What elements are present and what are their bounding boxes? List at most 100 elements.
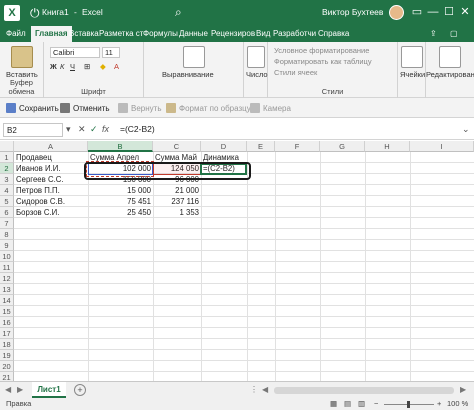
avatar[interactable] bbox=[389, 5, 404, 20]
row-header[interactable]: 7 bbox=[0, 218, 14, 229]
user-name[interactable]: Виктор Бухтеев bbox=[322, 7, 383, 17]
tab-developer[interactable]: Разработчи bbox=[273, 29, 316, 38]
cell-c5[interactable]: 237 116 bbox=[153, 196, 201, 207]
zoom-in-icon[interactable]: + bbox=[437, 399, 441, 408]
select-all-corner[interactable] bbox=[0, 141, 14, 152]
column-header-a[interactable]: A bbox=[14, 141, 88, 152]
cell-a6[interactable]: Борзов С.И. bbox=[14, 207, 88, 218]
cell-b4[interactable]: 15 000 bbox=[88, 185, 153, 196]
cells-icon[interactable] bbox=[401, 46, 423, 68]
undo-button[interactable]: Отменить bbox=[60, 103, 110, 113]
row-header[interactable]: 4 bbox=[0, 185, 14, 196]
cell-c6[interactable]: 1 353 bbox=[153, 207, 201, 218]
expand-formula-bar-icon[interactable]: ⌄ bbox=[462, 124, 470, 135]
conditional-format-button[interactable]: Условное форматирование bbox=[274, 46, 369, 55]
row-header[interactable]: 9 bbox=[0, 240, 14, 251]
sheet-scroll-handle-icon[interactable]: ⋮ bbox=[250, 385, 258, 394]
row-header[interactable]: 8 bbox=[0, 229, 14, 240]
next-sheet-icon[interactable]: ▶ bbox=[17, 385, 23, 394]
column-header-c[interactable]: C bbox=[153, 141, 201, 152]
tab-view[interactable]: Вид bbox=[256, 29, 270, 38]
underline-icon[interactable]: Ч bbox=[70, 62, 75, 71]
number-button[interactable]: Число bbox=[246, 70, 268, 79]
row-header[interactable]: 1 bbox=[0, 152, 14, 163]
cell-a5[interactable]: Сидоров С.В. bbox=[14, 196, 88, 207]
maximize-icon[interactable]: ☐ bbox=[442, 4, 456, 20]
column-header-h[interactable]: H bbox=[365, 141, 410, 152]
insert-function-icon[interactable]: fx bbox=[102, 124, 109, 134]
italic-icon[interactable]: К bbox=[60, 62, 64, 71]
column-header-f[interactable]: F bbox=[275, 141, 320, 152]
zoom-out-icon[interactable]: − bbox=[374, 399, 378, 408]
cell-a3[interactable]: Сергеев С.С. bbox=[14, 174, 88, 185]
number-format-icon[interactable] bbox=[247, 46, 265, 68]
tab-home[interactable]: Главная bbox=[31, 26, 72, 42]
row-header[interactable]: 19 bbox=[0, 350, 14, 361]
row-header[interactable]: 18 bbox=[0, 339, 14, 350]
scroll-right-icon[interactable]: ▶ bbox=[460, 385, 466, 394]
horizontal-scrollbar[interactable] bbox=[274, 387, 454, 394]
formula-input[interactable]: =(C2-B2) bbox=[120, 124, 155, 134]
tab-file[interactable]: Файл bbox=[6, 29, 26, 38]
font-color-icon[interactable]: A bbox=[114, 62, 119, 71]
font-name-select[interactable]: Calibri bbox=[50, 47, 100, 58]
cell-a2[interactable]: Иванов И.И. bbox=[14, 163, 88, 174]
row-header[interactable]: 16 bbox=[0, 317, 14, 328]
sheet-tab[interactable]: Лист1 bbox=[32, 382, 66, 398]
font-size-select[interactable]: 11 bbox=[102, 47, 120, 58]
editing-button[interactable]: Редактирование bbox=[426, 70, 474, 79]
confirm-entry-icon[interactable]: ✓ bbox=[90, 124, 98, 135]
cell-a4[interactable]: Петров П.П. bbox=[14, 185, 88, 196]
name-box[interactable]: B2 bbox=[3, 123, 63, 137]
paste-icon[interactable] bbox=[11, 46, 33, 68]
row-header[interactable]: 10 bbox=[0, 251, 14, 262]
page-break-icon[interactable]: ▥ bbox=[358, 399, 365, 408]
close-icon[interactable]: ✕ bbox=[458, 4, 472, 20]
scroll-left-icon[interactable]: ◀ bbox=[262, 385, 268, 394]
zoom-level[interactable]: 100 % bbox=[447, 399, 468, 408]
column-header-d[interactable]: D bbox=[201, 141, 247, 152]
alignment-button[interactable]: Выравнивание bbox=[162, 70, 214, 79]
tab-data[interactable]: Данные bbox=[179, 29, 208, 38]
comments-icon[interactable]: ▢ bbox=[450, 29, 458, 38]
row-header[interactable]: 3 bbox=[0, 174, 14, 185]
name-box-dropdown-icon[interactable]: ▾ bbox=[66, 124, 71, 135]
cell-b6[interactable]: 25 450 bbox=[88, 207, 153, 218]
column-header-e[interactable]: E bbox=[247, 141, 275, 152]
prev-sheet-icon[interactable]: ◀ bbox=[5, 385, 11, 394]
redo-button[interactable]: Вернуть bbox=[118, 103, 161, 113]
tab-formulas[interactable]: Формулы bbox=[143, 29, 178, 38]
bold-icon[interactable]: Ж bbox=[50, 62, 57, 71]
tab-help[interactable]: Справка bbox=[318, 29, 349, 38]
find-icon[interactable] bbox=[439, 46, 461, 68]
row-header[interactable]: 17 bbox=[0, 328, 14, 339]
column-header-i[interactable]: I bbox=[410, 141, 474, 152]
row-header[interactable]: 13 bbox=[0, 284, 14, 295]
cell-b5[interactable]: 75 451 bbox=[88, 196, 153, 207]
row-header[interactable]: 6 bbox=[0, 207, 14, 218]
format-painter-button[interactable]: Формат по образцу bbox=[166, 103, 251, 113]
tab-insert[interactable]: Вставка bbox=[69, 29, 99, 38]
page-layout-icon[interactable]: ▤ bbox=[344, 399, 351, 408]
ribbon-display-icon[interactable]: ▭ bbox=[410, 4, 424, 20]
minimize-icon[interactable]: — bbox=[426, 4, 440, 20]
save-button[interactable]: Сохранить bbox=[6, 103, 59, 113]
cell-a1[interactable]: Продавец bbox=[14, 152, 88, 163]
row-header[interactable]: 15 bbox=[0, 306, 14, 317]
zoom-slider-thumb[interactable] bbox=[407, 401, 410, 408]
tab-page-layout[interactable]: Разметка ст bbox=[99, 29, 143, 38]
row-header[interactable]: 5 bbox=[0, 196, 14, 207]
row-header[interactable]: 20 bbox=[0, 361, 14, 372]
cells-button[interactable]: Ячейки bbox=[400, 70, 425, 79]
cell-styles-button[interactable]: Стили ячеек bbox=[274, 68, 317, 77]
add-sheet-icon[interactable]: + bbox=[74, 384, 86, 396]
column-header-g[interactable]: G bbox=[320, 141, 365, 152]
row-header[interactable]: 12 bbox=[0, 273, 14, 284]
column-header-b[interactable]: B bbox=[88, 141, 153, 152]
row-header[interactable]: 11 bbox=[0, 262, 14, 273]
fill-color-icon[interactable]: ◆ bbox=[100, 62, 106, 71]
row-header[interactable]: 21 bbox=[0, 372, 14, 381]
share-icon[interactable]: ⇪ bbox=[430, 29, 437, 38]
format-as-table-button[interactable]: Форматировать как таблицу bbox=[274, 57, 372, 66]
tab-review[interactable]: Рецензиров bbox=[211, 29, 255, 38]
